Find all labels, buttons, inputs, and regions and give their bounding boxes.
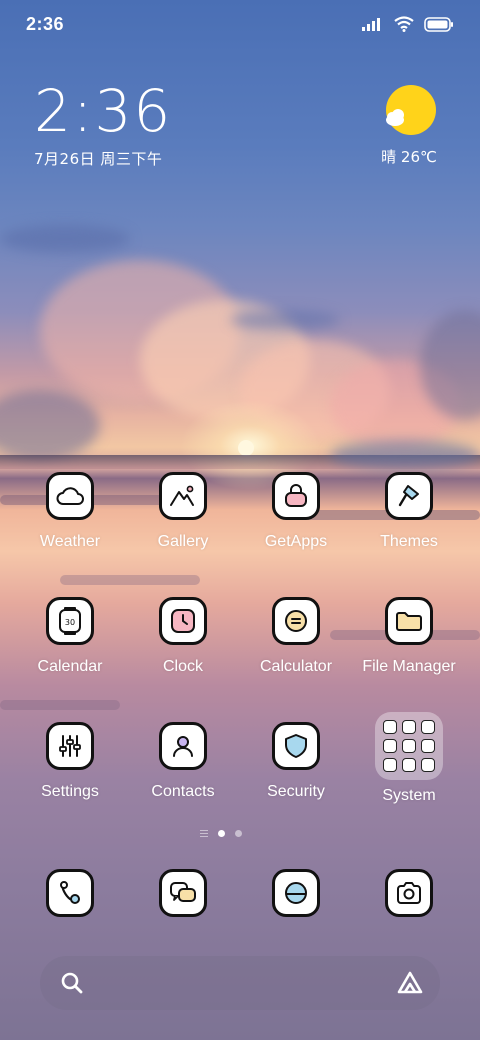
dock-camera[interactable] — [353, 869, 465, 917]
dock-messages[interactable] — [127, 869, 239, 917]
dock-phone[interactable] — [14, 869, 126, 917]
search-icon[interactable] — [60, 971, 84, 1000]
page-dot[interactable] — [235, 830, 242, 837]
browser-icon — [272, 869, 320, 917]
app-label: Security — [267, 783, 325, 800]
app-label: Calendar — [37, 658, 103, 675]
app-weather[interactable]: Weather — [14, 472, 126, 551]
app-label: Contacts — [151, 783, 215, 800]
sliders-icon — [46, 722, 94, 770]
app-calculator[interactable]: Calculator — [240, 597, 352, 676]
app-label: Gallery — [157, 533, 209, 550]
battery-icon — [424, 16, 454, 37]
status-icons — [362, 16, 454, 37]
widget-time: 2:36 — [34, 77, 173, 145]
app-getapps[interactable]: GetApps — [240, 472, 352, 551]
app-file-manager[interactable]: File Manager — [353, 597, 465, 676]
widget-date: 7月26日 周三下午 — [34, 150, 163, 168]
app-gallery[interactable]: Gallery — [127, 472, 239, 551]
partly-sunny-icon — [381, 84, 437, 140]
dock-browser[interactable] — [240, 869, 352, 917]
app-label: File Manager — [362, 658, 456, 675]
weather-widget[interactable]: 晴 26℃ — [374, 84, 444, 167]
calendar-day-text: 30 — [65, 618, 75, 627]
page-dot-current[interactable] — [218, 830, 225, 837]
folder-grid-icon — [375, 712, 443, 780]
calendar-icon: 30 — [46, 597, 94, 645]
shield-icon — [272, 722, 320, 770]
app-label: Themes — [380, 533, 438, 550]
app-label: Settings — [41, 783, 99, 800]
page-indicator[interactable] — [200, 830, 242, 837]
app-label: Calculator — [259, 658, 333, 675]
weather-condition-temp: 晴 26℃ — [381, 148, 437, 166]
messages-icon — [159, 869, 207, 917]
wifi-icon — [394, 16, 414, 37]
status-time: 2:36 — [26, 14, 65, 34]
mountain-icon — [159, 472, 207, 520]
app-label: GetApps — [264, 533, 328, 550]
app-clock[interactable]: Clock — [127, 597, 239, 676]
minus-one-screen-indicator[interactable] — [200, 830, 208, 837]
status-bar: 2:36 — [0, 0, 480, 50]
app-label: Clock — [162, 658, 203, 675]
app-calendar[interactable]: 30 Calendar — [14, 597, 126, 676]
app-settings[interactable]: Settings — [14, 722, 126, 801]
cloud-icon — [46, 472, 94, 520]
camera-icon — [385, 869, 433, 917]
app-contacts[interactable]: Contacts — [127, 722, 239, 801]
calculator-icon — [272, 597, 320, 645]
folder-icon — [385, 597, 433, 645]
assistant-icon[interactable] — [396, 970, 424, 1001]
signal-icon — [362, 17, 384, 36]
shopping-bag-icon — [272, 472, 320, 520]
clock-icon — [159, 597, 207, 645]
app-label: Weather — [39, 533, 101, 550]
phone-icon — [46, 869, 94, 917]
app-label: System — [382, 787, 436, 804]
search-bar[interactable] — [40, 956, 440, 1010]
app-security[interactable]: Security — [240, 722, 352, 801]
brush-icon — [385, 472, 433, 520]
clock-widget[interactable]: 2:36 7月26日 周三下午 — [34, 80, 172, 169]
app-system-folder[interactable]: System — [353, 712, 465, 805]
person-icon — [159, 722, 207, 770]
app-themes[interactable]: Themes — [353, 472, 465, 551]
